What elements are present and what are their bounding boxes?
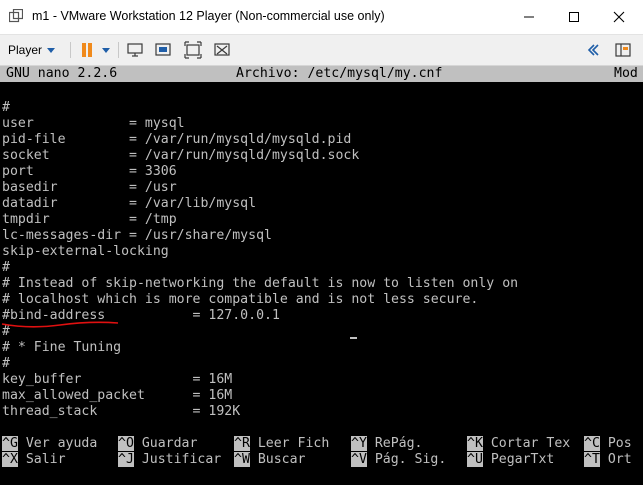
shortcut-label: Salir [17, 452, 66, 467]
shortcut-item: ^O Guardar [118, 436, 197, 452]
text-cursor [318, 311, 357, 339]
minimize-button[interactable] [507, 0, 551, 34]
shortcut-item: ^Y RePág. [351, 436, 422, 452]
collapse-icon [587, 44, 599, 56]
shortcut-key: ^G [2, 436, 18, 451]
shortcut-key: ^R [234, 436, 250, 451]
send-ctrl-alt-del-icon [127, 43, 143, 57]
shortcut-key: ^U [467, 452, 483, 467]
pause-button[interactable] [78, 41, 96, 59]
chevron-down-icon [47, 47, 56, 53]
shortcut-item: ^U PegarTxt [467, 452, 554, 468]
title-bar: m1 - VMware Workstation 12 Player (Non-c… [0, 0, 643, 35]
shortcut-key: ^O [118, 436, 134, 451]
maximize-button[interactable] [552, 0, 596, 34]
toolbar-separator [118, 42, 119, 58]
window-title: m1 - VMware Workstation 12 Player (Non-c… [32, 9, 385, 23]
shortcut-key: ^Y [351, 436, 367, 451]
shortcut-item: ^G Ver ayuda [2, 436, 97, 452]
guest-terminal[interactable]: GNU nano 2.2.6 Archivo: /etc/mysql/my.cn… [0, 66, 643, 485]
shortcut-item: ^V Pág. Sig. [351, 452, 446, 468]
shortcut-label: Cortar Tex [482, 436, 571, 451]
shortcut-key: ^W [234, 452, 250, 467]
vmware-icon [9, 9, 23, 23]
shortcut-key: ^T [584, 452, 600, 467]
close-icon [613, 11, 625, 23]
fit-guest-icon [155, 43, 171, 56]
shortcut-key: ^K [467, 436, 483, 451]
shortcut-label: Buscar [249, 452, 306, 467]
toolbar-separator [70, 42, 71, 58]
shortcut-item: ^T Ort [584, 452, 632, 468]
shortcut-key: ^X [2, 452, 18, 467]
shortcut-label: Ver ayuda [17, 436, 98, 451]
collapse-button[interactable] [584, 41, 602, 59]
shortcut-item: ^C Pos [584, 436, 632, 452]
shortcut-label: Leer Fich [249, 436, 330, 451]
shortcut-item: ^X Salir [2, 452, 66, 468]
shortcut-key: ^J [118, 452, 134, 467]
shortcut-label: Justificar [133, 452, 222, 467]
vmware-toolbar: Player [0, 35, 643, 66]
shortcut-item: ^K Cortar Tex [467, 436, 570, 452]
full-screen-button[interactable] [184, 41, 202, 59]
red-underline-annotation [1, 321, 119, 328]
shortcut-item: ^J Justificar [118, 452, 221, 468]
unity-button[interactable] [213, 41, 231, 59]
pause-icon [82, 43, 92, 57]
send-ctrl-alt-del-button[interactable] [126, 41, 144, 59]
shortcut-key: ^C [584, 436, 600, 451]
shortcut-key: ^V [351, 452, 367, 467]
maximize-icon [569, 12, 579, 22]
player-menu[interactable]: Player [8, 40, 56, 60]
shortcut-label: RePág. [366, 436, 423, 451]
shortcut-label: Pág. Sig. [366, 452, 447, 467]
library-icon [615, 43, 631, 57]
close-button[interactable] [597, 0, 641, 34]
shortcut-item: ^W Buscar [234, 452, 305, 468]
fit-guest-button[interactable] [154, 41, 172, 59]
shortcut-label: PegarTxt [482, 452, 555, 467]
shortcut-label: Guardar [133, 436, 198, 451]
player-menu-label: Player [8, 43, 43, 57]
shortcut-item: ^R Leer Fich [234, 436, 329, 452]
shortcut-label: Pos [599, 436, 632, 451]
minimize-icon [524, 16, 534, 18]
power-dropdown[interactable] [100, 41, 112, 59]
library-button[interactable] [614, 41, 632, 59]
unity-icon [214, 43, 230, 56]
full-screen-icon [184, 41, 202, 59]
chevron-down-icon [102, 48, 110, 53]
shortcut-label: Ort [599, 452, 632, 467]
